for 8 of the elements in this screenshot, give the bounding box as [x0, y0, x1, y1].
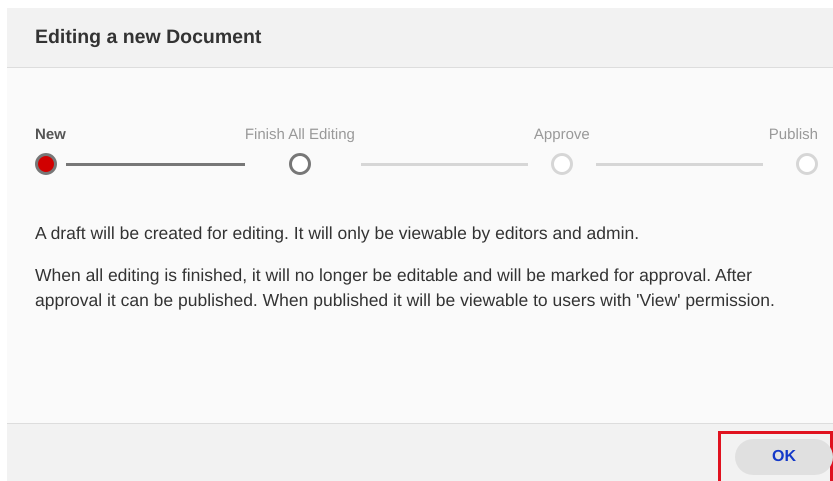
description-text: When all editing is finished, it will no longer be editable and will be marked for approval. After approval it can be published. When published it will be viewable to users with 'View' permission. [35, 264, 776, 312]
step-label: Approve [534, 126, 590, 143]
dialog-title: Editing a new Document [35, 26, 262, 49]
step-label: New [35, 126, 66, 143]
ok-button[interactable]: OK [735, 439, 833, 475]
description-text: A draft will be created for editing. It will only be viewable by editors and admin. [35, 222, 640, 245]
step-label: Publish [768, 126, 818, 143]
step-label: Finish All Editing [244, 126, 355, 143]
